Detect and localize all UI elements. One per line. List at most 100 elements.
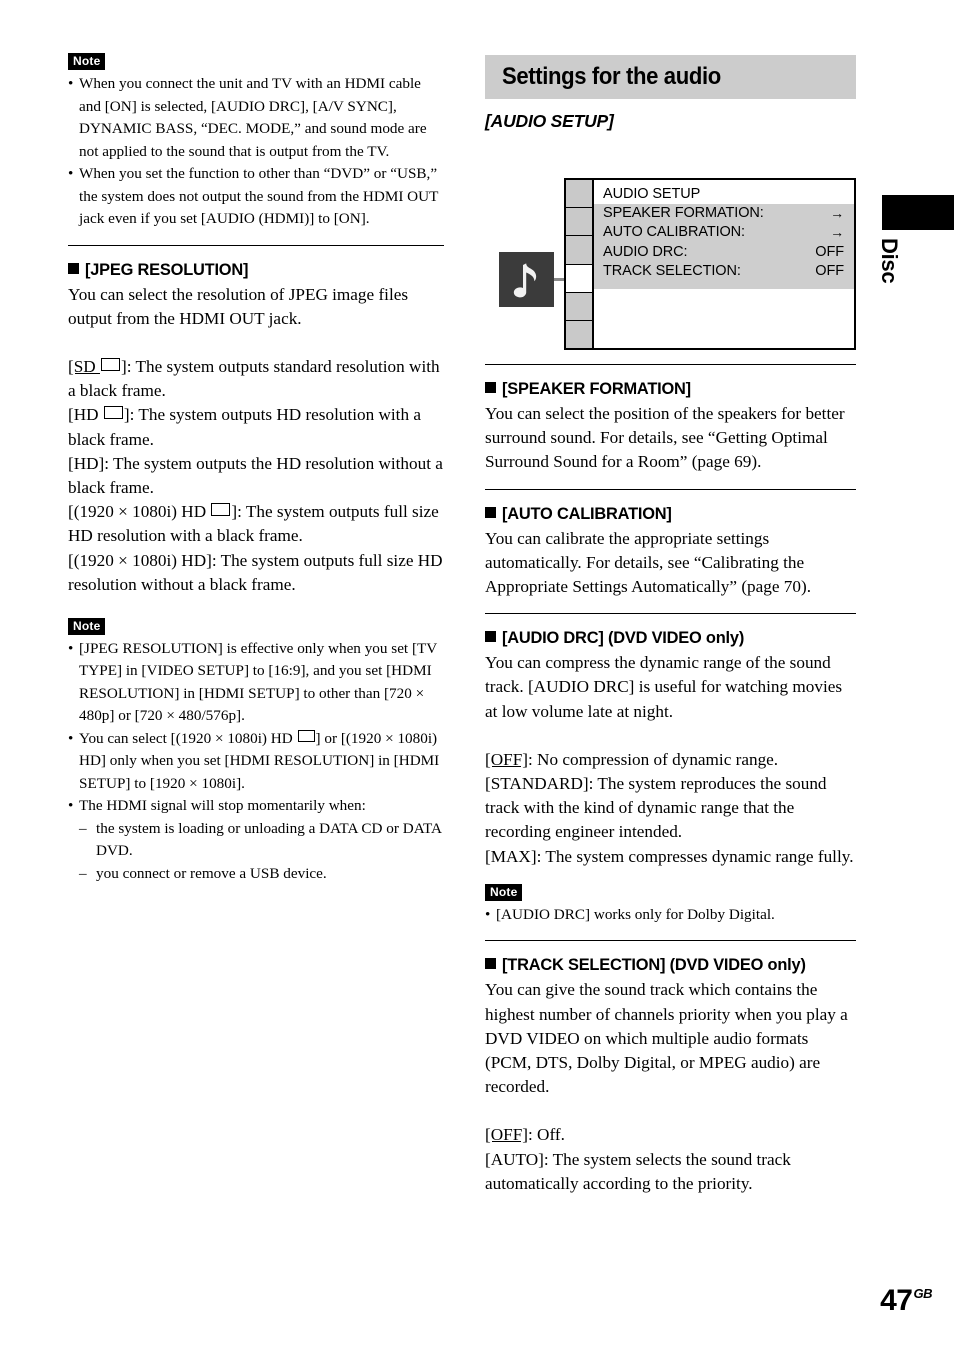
square-bullet-icon (485, 631, 496, 643)
osd-menu-row-audio-drc[interactable]: AUDIO DRC: OFF (594, 243, 854, 262)
note-list: When you connect the unit and TV with an… (68, 73, 444, 231)
osd-row-label: AUTO CALIBRATION: (603, 224, 745, 241)
edge-thumb-tab (882, 195, 954, 230)
osd-sidebar-cell[interactable] (566, 208, 592, 237)
section-heading-speaker-formation: [SPEAKER FORMATION] (485, 379, 856, 400)
option-label-hd: [HD] (68, 453, 105, 473)
left-column: Note When you connect the unit and TV wi… (68, 52, 444, 885)
note-item: When you connect the unit and TV with an… (68, 73, 444, 163)
speaker-formation-body: You can select the position of the speak… (485, 404, 845, 472)
note-badge: Note (68, 617, 106, 635)
right-column: Settings for the audio [AUDIO SETUP] AUD… (485, 55, 856, 1196)
section-heading-label: [AUTO CALIBRATION] (502, 504, 672, 523)
section-heading-label: [JPEG RESOLUTION] (85, 260, 249, 279)
square-bullet-icon (485, 958, 496, 970)
osd-sidebar-cell[interactable] (566, 180, 592, 209)
option-text-max: : The system compresses dynamic range fu… (536, 846, 854, 866)
option-label-1920: [(1920 × 1080i) HD] (68, 550, 212, 570)
section-track-selection: [TRACK SELECTION] (DVD VIDEO only) You c… (485, 955, 856, 1196)
option-text-off: : No compression of dynamic range. (527, 749, 779, 769)
osd-row-label: AUDIO DRC: (603, 243, 688, 260)
page-region-suffix: GB (913, 1286, 933, 1301)
section-heading-auto-calibration: [AUTO CALIBRATION] (485, 504, 856, 525)
osd-row-label: TRACK SELECTION: (603, 263, 741, 280)
osd-sidebar (566, 180, 594, 349)
option-label-sd-frame: [SD ] (68, 356, 127, 376)
osd-menu-row-track-selection[interactable]: TRACK SELECTION: OFF (594, 262, 854, 281)
section-audio-drc: [AUDIO DRC] (DVD VIDEO only) You can com… (485, 628, 856, 926)
note-item: [JPEG RESOLUTION] is effective only when… (68, 638, 444, 728)
section-heading-label: [SPEAKER FORMATION] (502, 380, 691, 398)
osd-row-label: SPEAKER FORMATION: (603, 205, 764, 221)
section-divider (68, 244, 444, 246)
black-frame-icon (211, 503, 231, 517)
osd-list-padding (594, 281, 854, 289)
page-number-value: 47 (880, 1284, 913, 1317)
osd-sidebar-cell[interactable] (566, 236, 592, 265)
section-speaker-formation: [SPEAKER FORMATION] You can select the p… (485, 379, 856, 475)
page-subtitle: [AUDIO SETUP] (485, 111, 614, 131)
option-label-hd-frame: [HD ] (68, 405, 130, 425)
section-divider (485, 488, 856, 490)
note-block-audio-drc: Note [AUDIO DRC] works only for Dolby Di… (485, 883, 856, 927)
page-title-banner: Settings for the audio (485, 55, 856, 99)
note-item: [AUDIO DRC] works only for Dolby Digital… (485, 904, 856, 927)
note-sublist: the system is loading or unloading a DAT… (79, 818, 444, 886)
option-label-off: [OFF] (485, 749, 528, 769)
audio-drc-body: You can compress the dynamic range of th… (485, 653, 843, 721)
arrow-right-icon: → (830, 205, 844, 221)
music-note-icon (499, 252, 554, 307)
black-frame-icon (297, 729, 315, 742)
jpeg-resolution-intro: You can select the resolution of JPEG im… (68, 284, 409, 328)
section-divider (485, 613, 856, 615)
note-block-bottom: Note [JPEG RESOLUTION] is effective only… (68, 617, 444, 886)
option-text-hd: : The system outputs the HD resolution w… (68, 453, 443, 497)
osd-sidebar-cell-active[interactable] (566, 264, 592, 293)
option-text-off: : Off. (527, 1125, 565, 1145)
manual-page: Note When you connect the unit and TV wi… (0, 0, 954, 1352)
option-label-standard: [STANDARD] (485, 774, 589, 794)
option-label-auto: [AUTO] (485, 1149, 544, 1169)
note-item: When you set the function to other than … (68, 163, 444, 231)
section-heading-track-selection: [TRACK SELECTION] (DVD VIDEO only) (485, 955, 856, 976)
option-label-1920-frame: [(1920 × 1080i) HD ] (68, 502, 238, 522)
section-divider (485, 940, 856, 942)
osd-sidebar-cell[interactable] (566, 292, 592, 321)
osd-row-value: OFF (815, 263, 844, 280)
osd-menu-row-auto-calibration[interactable]: AUTO CALIBRATION: → (594, 223, 854, 242)
page-number: 47GB (880, 1284, 932, 1318)
note-list: [JPEG RESOLUTION] is effective only when… (68, 638, 444, 886)
osd-sidebar-cell[interactable] (566, 320, 592, 349)
option-label-max: [MAX] (485, 846, 537, 866)
square-bullet-icon (485, 506, 496, 518)
section-auto-calibration: [AUTO CALIBRATION] You can calibrate the… (485, 504, 856, 600)
arrow-right-icon: → (830, 224, 844, 241)
osd-menu-row-speaker-formation[interactable]: SPEAKER FORMATION: → (594, 204, 854, 223)
track-selection-body: You can give the sound track which conta… (485, 980, 848, 1097)
track-selection-options: [OFF]: Off. [AUTO]: The system selects t… (485, 1123, 856, 1196)
section-divider (485, 364, 856, 365)
note-subitem: the system is loading or unloading a DAT… (79, 818, 444, 863)
note-badge: Note (68, 53, 106, 70)
osd-heading: AUDIO SETUP (603, 186, 701, 202)
option-label-off: [OFF] (485, 1125, 528, 1145)
note-item: The HDMI signal will stop momentarily wh… (68, 795, 444, 885)
audio-drc-options: [OFF]: No compression of dynamic range. … (485, 748, 856, 869)
page-title: Settings for the audio (502, 63, 721, 90)
section-heading-jpeg-resolution: [JPEG RESOLUTION] (68, 260, 444, 281)
osd-row-value: OFF (815, 243, 844, 260)
note-subitem: you connect or remove a USB device. (79, 863, 444, 886)
edge-tab-label: Disc (877, 238, 902, 284)
osd-panel: AUDIO SETUP SPEAKER FORMATION: → AUTO CA… (594, 180, 854, 348)
osd-menu-list: SPEAKER FORMATION: → AUTO CALIBRATION: →… (594, 204, 854, 289)
square-bullet-icon (68, 262, 79, 274)
section-heading-label: [TRACK SELECTION] (DVD VIDEO only) (502, 956, 806, 975)
black-frame-icon (103, 406, 123, 420)
osd-screenshot: AUDIO SETUP SPEAKER FORMATION: → AUTO CA… (485, 178, 856, 350)
jpeg-resolution-options: [SD ]: The system outputs standard resol… (68, 355, 444, 597)
section-heading-label: [AUDIO DRC] (DVD VIDEO only) (502, 629, 745, 648)
square-bullet-icon (485, 382, 496, 393)
note-item: You can select [(1920 × 1080i) HD ] or [… (68, 728, 444, 796)
